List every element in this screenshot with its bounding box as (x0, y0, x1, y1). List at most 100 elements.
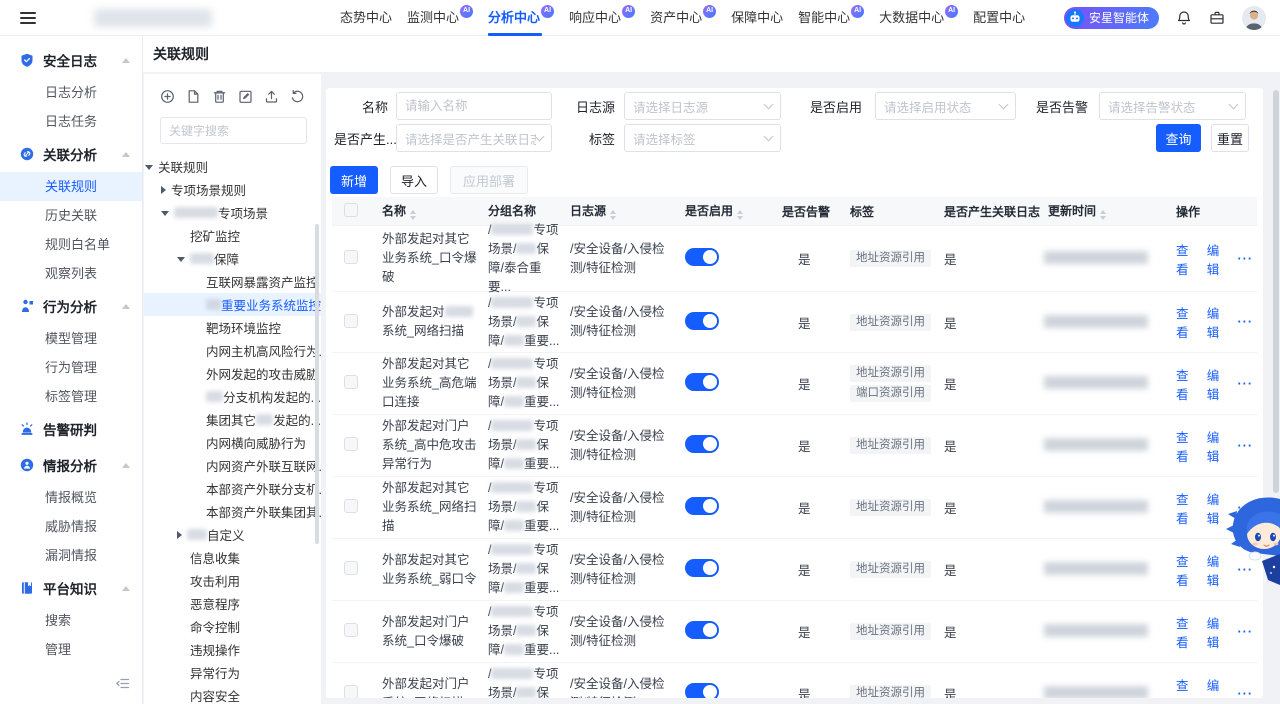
main-scrollbar[interactable] (1273, 90, 1279, 493)
sidebar-item-vuln-intel[interactable]: 漏洞情报 (0, 541, 142, 570)
edit-icon[interactable] (238, 89, 253, 104)
tree-node-selected[interactable]: 重要业务系统监控 (144, 293, 321, 316)
row-checkbox[interactable] (344, 499, 358, 513)
col-header-updated[interactable]: 更新时间 (1044, 202, 1172, 220)
tree-node[interactable]: 内网横向威胁行为 (144, 431, 321, 454)
sidebar-item-log-analysis[interactable]: 日志分析 (0, 78, 142, 107)
tree-node[interactable]: 分支机构发起的... (144, 385, 321, 408)
view-link[interactable]: 查看 (1176, 489, 1199, 527)
tree-node[interactable]: 恶意程序 (144, 592, 321, 615)
hamburger-menu-icon[interactable] (20, 9, 36, 27)
sidebar-group-platform-knowledge[interactable]: 平台知识 (0, 570, 142, 606)
tree-node[interactable]: 内容安全 (144, 684, 321, 704)
add-circle-icon[interactable] (160, 89, 175, 104)
more-actions[interactable]: ··· (1238, 625, 1254, 639)
more-actions[interactable]: ··· (1238, 687, 1254, 699)
bell-icon[interactable] (1176, 10, 1192, 26)
nav-situation-center[interactable]: 态势中心 (340, 0, 392, 36)
sort-icon[interactable] (1100, 210, 1106, 220)
enabled-toggle[interactable] (685, 683, 719, 698)
edit-link[interactable]: 编辑 (1207, 240, 1230, 278)
row-checkbox[interactable] (344, 250, 358, 264)
tree-node[interactable]: 互联网暴露资产监控 (144, 270, 321, 293)
new-file-icon[interactable] (186, 89, 201, 104)
col-header-name[interactable]: 名称 (378, 202, 484, 221)
sidebar-item-correlation-rules[interactable]: 关联规则 (0, 172, 142, 201)
view-link[interactable]: 查看 (1176, 613, 1199, 651)
view-link[interactable]: 查看 (1176, 675, 1199, 699)
sidebar-item-model-management[interactable]: 模型管理 (0, 324, 142, 353)
deploy-button[interactable]: 应用部署 (450, 166, 528, 194)
more-actions[interactable]: ··· (1238, 315, 1254, 329)
sidebar-item-watch-list[interactable]: 观察列表 (0, 259, 142, 288)
tree-search-input[interactable] (169, 124, 298, 138)
row-checkbox[interactable] (344, 561, 358, 575)
row-checkbox[interactable] (344, 685, 358, 698)
import-button[interactable]: 导入 (390, 166, 438, 194)
view-link[interactable]: 查看 (1176, 365, 1199, 403)
add-button[interactable]: 新增 (330, 166, 378, 194)
tree-node[interactable]: 挖矿监控 (144, 224, 321, 247)
tag-select[interactable]: 请选择标签 (624, 124, 781, 152)
view-link[interactable]: 查看 (1176, 240, 1199, 278)
delete-icon[interactable] (212, 89, 227, 104)
sort-icon[interactable] (410, 210, 416, 220)
enabled-toggle[interactable] (685, 435, 719, 453)
tree-node[interactable]: 专项场景规则 (144, 178, 321, 201)
enabled-toggle[interactable] (685, 497, 719, 515)
nav-config-center[interactable]: 配置中心 (973, 0, 1025, 36)
sidebar-item-intel-overview[interactable]: 情报概览 (0, 483, 142, 512)
sidebar-item-search[interactable]: 搜索 (0, 606, 142, 635)
view-link[interactable]: 查看 (1176, 427, 1199, 465)
tree-node[interactable]: 保障 (144, 247, 321, 270)
name-input[interactable] (405, 99, 543, 113)
tree-node[interactable]: 攻击利用 (144, 569, 321, 592)
sidebar-group-intel-analysis[interactable]: 情报分析 (0, 447, 142, 483)
reset-icon[interactable] (290, 89, 305, 104)
nav-support-center[interactable]: 保障中心 (731, 0, 783, 36)
edit-link[interactable]: 编辑 (1207, 365, 1230, 403)
enabled-toggle[interactable] (685, 312, 719, 330)
sidebar-fold-icon[interactable] (115, 676, 130, 694)
export-icon[interactable] (264, 89, 279, 104)
tree-node[interactable]: 关联规则 (144, 155, 321, 178)
sidebar-group-security-log[interactable]: 安全日志 (0, 42, 142, 78)
tree-node[interactable]: 自定义 (144, 523, 321, 546)
sidebar-group-alert-judgment[interactable]: 告警研判 (0, 411, 142, 447)
col-header-enabled[interactable]: 是否启用 (678, 202, 770, 220)
view-link[interactable]: 查看 (1176, 551, 1199, 589)
tree-node[interactable]: 靶场环境监控 (144, 316, 321, 339)
tree-node[interactable]: 信息收集 (144, 546, 321, 569)
nav-bigdata-center[interactable]: 大数据中心AI (879, 0, 958, 36)
assistant-mascot[interactable] (1224, 493, 1280, 585)
tree-node[interactable]: 内网资产外联互联网... (144, 454, 321, 477)
reset-button[interactable]: 重置 (1211, 124, 1249, 152)
row-checkbox[interactable] (344, 437, 358, 451)
tree-node[interactable]: 违规操作 (144, 638, 321, 661)
sidebar-item-management[interactable]: 管理 (0, 635, 142, 664)
log-source-select[interactable]: 请选择日志源 (624, 92, 781, 120)
tree-node[interactable]: 专项场景 (144, 201, 321, 224)
tree-node[interactable]: 本部资产外联集团其... (144, 500, 321, 523)
tree-node[interactable]: 集团其它发起的... (144, 408, 321, 431)
sidebar-item-log-task[interactable]: 日志任务 (0, 107, 142, 136)
gen-log-select[interactable]: 请选择是否产生关联日志 (396, 124, 552, 152)
edit-link[interactable]: 编辑 (1207, 613, 1230, 651)
edit-link[interactable]: 编辑 (1207, 675, 1230, 699)
edit-link[interactable]: 编辑 (1207, 427, 1230, 465)
briefcase-icon[interactable] (1209, 10, 1225, 26)
sidebar-item-history-correlation[interactable]: 历史关联 (0, 201, 142, 230)
sidebar-group-behavior-analysis[interactable]: 行为分析 (0, 288, 142, 324)
ai-agent-badge[interactable]: 安星智能体 (1064, 7, 1159, 29)
more-actions[interactable]: ··· (1238, 439, 1254, 453)
enabled-toggle[interactable] (685, 559, 719, 577)
nav-monitor-center[interactable]: 监测中心AI (407, 0, 473, 36)
sidebar-item-rule-whitelist[interactable]: 规则白名单 (0, 230, 142, 259)
nav-response-center[interactable]: 响应中心AI (569, 0, 635, 36)
sidebar-group-correlation-analysis[interactable]: 关联分析 (0, 136, 142, 172)
row-checkbox[interactable] (344, 314, 358, 328)
tree-node[interactable]: 命令控制 (144, 615, 321, 638)
edit-link[interactable]: 编辑 (1207, 303, 1230, 341)
sort-icon[interactable] (737, 210, 743, 220)
enabled-toggle[interactable] (685, 373, 719, 391)
